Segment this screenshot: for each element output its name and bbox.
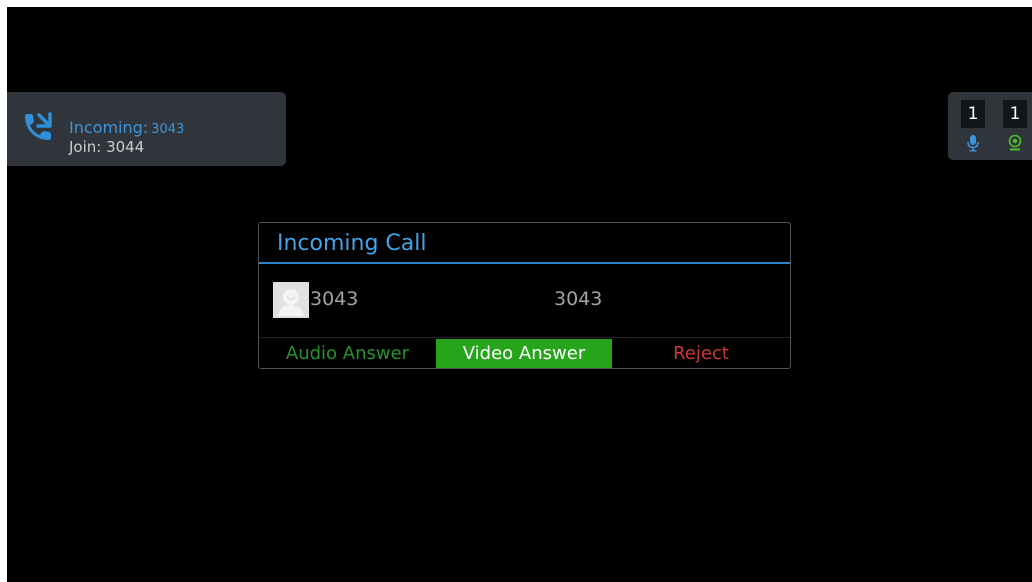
incoming-call-icon xyxy=(25,112,52,140)
video-answer-button[interactable]: Video Answer xyxy=(436,339,612,368)
camera-icon xyxy=(1008,134,1022,151)
microphone-icon xyxy=(967,135,979,152)
incoming-number: 3043 xyxy=(151,122,185,137)
incoming-call-dialog: Incoming Call 3043 3043 Audio Answer Vid… xyxy=(258,222,791,369)
join-text: Join: 3044 xyxy=(69,138,145,156)
title-divider xyxy=(259,262,790,264)
screen: Incoming: 3043 Join: 3044 1 1 Incoming Ca… xyxy=(7,7,1032,582)
dialog-title: Incoming Call xyxy=(277,231,427,256)
button-divider xyxy=(259,337,790,338)
audio-answer-button[interactable]: Audio Answer xyxy=(259,339,436,368)
contact-avatar-icon xyxy=(273,282,309,318)
video-count: 1 xyxy=(1003,100,1027,128)
incoming-call-notification[interactable]: Incoming: 3043 Join: 3044 xyxy=(7,92,286,166)
incoming-label: Incoming: 3043 xyxy=(69,118,185,138)
caller-name: 3043 xyxy=(310,288,359,310)
reject-button[interactable]: Reject xyxy=(612,339,790,368)
audio-count: 1 xyxy=(961,100,985,128)
call-status-indicator: 1 1 xyxy=(948,92,1032,160)
caller-number: 3043 xyxy=(554,288,603,310)
